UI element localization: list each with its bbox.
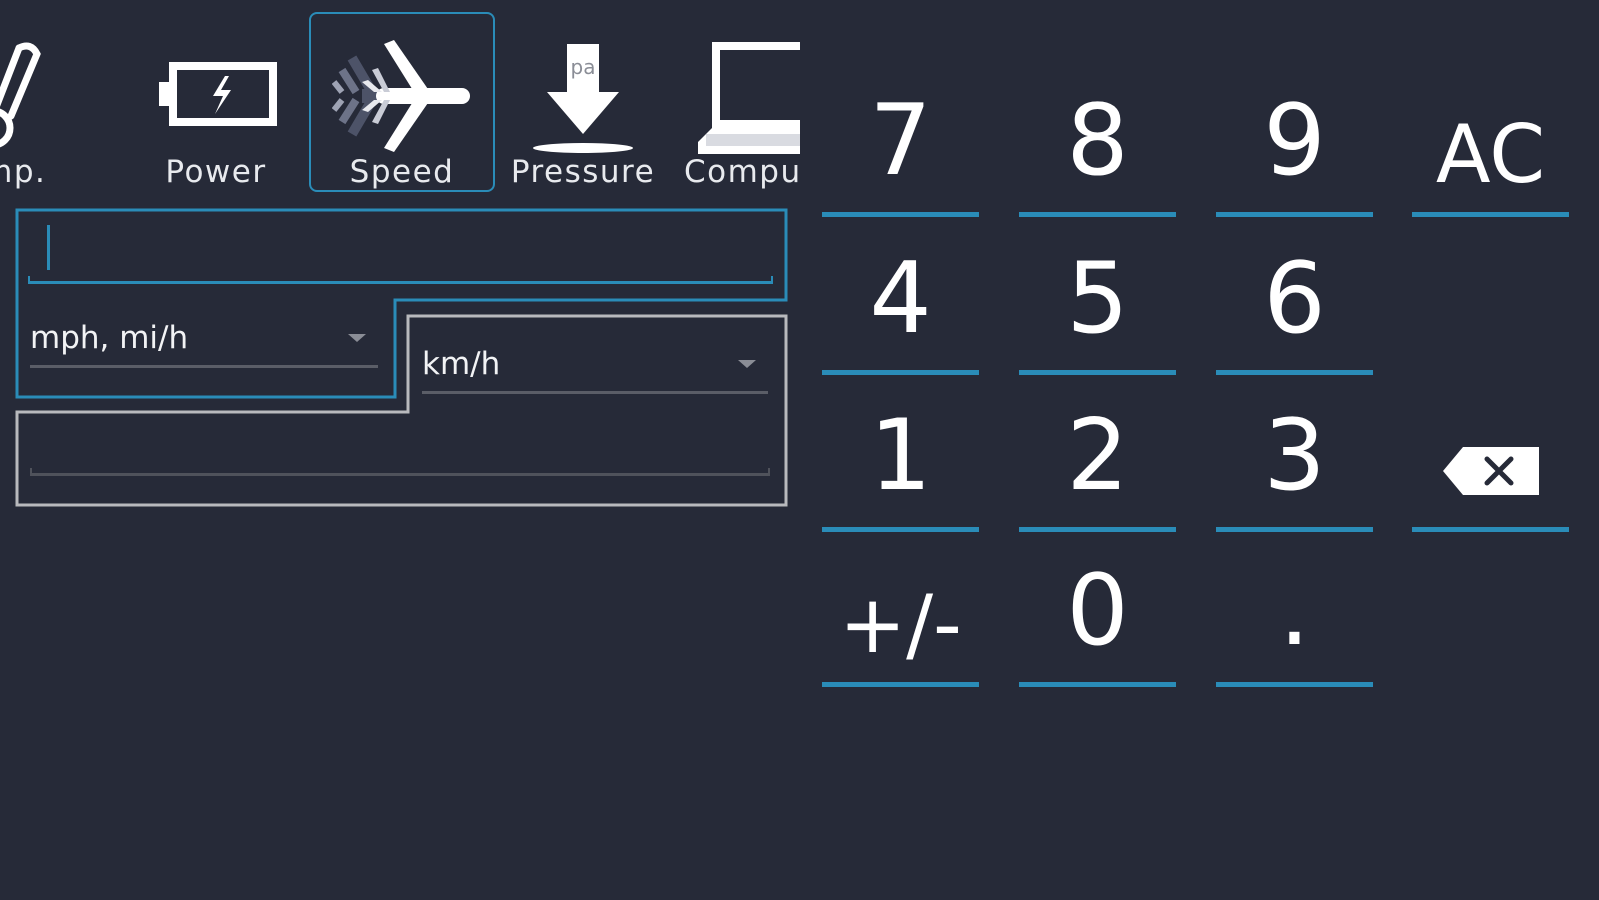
to-unit-label: km/h	[422, 346, 501, 382]
airplane-icon	[332, 40, 470, 152]
pressure-unit-text: pa	[571, 55, 596, 79]
key-3[interactable]: 3	[1216, 387, 1373, 532]
from-unit-dropdown[interactable]: mph, mi/h	[30, 312, 378, 368]
chevron-down-icon	[348, 334, 366, 342]
laptop-icon	[698, 42, 800, 154]
category-speed[interactable]: Speed	[309, 12, 495, 192]
key-5[interactable]: 5	[1019, 230, 1176, 375]
key-0[interactable]: 0	[1019, 542, 1176, 687]
key-2[interactable]: 2	[1019, 387, 1176, 532]
key-6[interactable]: 6	[1216, 230, 1373, 375]
category-strip[interactable]: emp. Power	[0, 0, 800, 200]
select-underline	[422, 391, 768, 394]
category-label: emp.	[0, 154, 47, 190]
input-underline	[28, 276, 773, 284]
key-8[interactable]: 8	[1019, 72, 1176, 217]
to-unit-dropdown[interactable]: km/h	[422, 338, 768, 394]
result-output	[30, 420, 770, 470]
unit-converter-screen: emp. Power	[0, 0, 1599, 900]
select-underline	[30, 365, 378, 368]
plus-minus-key[interactable]: +/-	[822, 542, 979, 687]
value-input[interactable]	[30, 220, 775, 280]
category-computer[interactable]: Compu	[660, 12, 800, 192]
category-label: Speed	[349, 154, 455, 190]
key-1[interactable]: 1	[822, 387, 979, 532]
thermometer-icon	[0, 42, 41, 148]
category-pressure[interactable]: pa Pressure	[493, 12, 673, 192]
key-9[interactable]: 9	[1216, 72, 1373, 217]
category-power[interactable]: Power	[126, 12, 306, 192]
result-underline	[30, 468, 770, 476]
category-label: Pressure	[510, 154, 656, 190]
category-label: Compu	[684, 154, 800, 190]
category-temperature[interactable]: emp.	[0, 12, 94, 192]
category-label: Power	[165, 154, 267, 190]
key-4[interactable]: 4	[822, 230, 979, 375]
decimal-point-key[interactable]: .	[1216, 542, 1373, 687]
from-unit-label: mph, mi/h	[30, 320, 189, 356]
text-caret	[47, 225, 50, 270]
backspace-icon	[1442, 447, 1539, 495]
all-clear-button[interactable]: AC	[1412, 72, 1569, 217]
battery-icon	[159, 62, 277, 126]
key-7[interactable]: 7	[822, 72, 979, 217]
chevron-down-icon	[738, 360, 756, 368]
pressure-arrow-icon: pa	[533, 44, 633, 153]
backspace-button[interactable]	[1412, 387, 1569, 532]
